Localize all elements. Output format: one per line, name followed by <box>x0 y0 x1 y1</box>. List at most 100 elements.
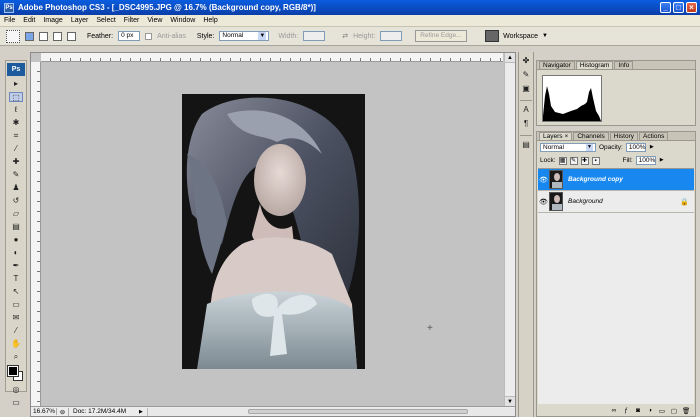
vertical-ruler[interactable] <box>31 62 41 406</box>
subtract-selection-mode-button[interactable] <box>53 31 62 41</box>
lock-icon: 🔒 <box>680 198 689 206</box>
layer-row-background-copy[interactable]: 👁 Background copy <box>538 169 694 191</box>
link-icon[interactable]: ∞ <box>610 407 618 414</box>
menu-layer[interactable]: Layer <box>71 17 89 24</box>
blur-tool-icon[interactable]: ● <box>9 235 23 245</box>
quick-mask-icon[interactable]: ◎ <box>9 385 23 395</box>
opacity-slider-arrow-icon[interactable]: ▶ <box>649 143 655 152</box>
antialias-checkbox[interactable] <box>145 32 153 40</box>
notes-tool-icon[interactable]: ✉ <box>9 313 23 323</box>
lock-pixels-icon[interactable]: ✎ <box>569 156 578 165</box>
character-icon[interactable]: A <box>520 105 532 115</box>
menu-edit[interactable]: Edit <box>23 17 35 24</box>
menu-help[interactable]: Help <box>203 17 217 24</box>
tool-presets-icon[interactable]: ✎ <box>520 70 532 80</box>
slice-tool-icon[interactable]: ⁄ <box>9 144 23 154</box>
color-swatches[interactable] <box>7 365 24 382</box>
visibility-eye-icon[interactable]: 👁 <box>538 198 549 206</box>
marquee-tool-icon[interactable]: ⬚ <box>9 92 23 102</box>
new-layer-icon[interactable]: ▢ <box>670 407 678 415</box>
tab-histogram[interactable]: Histogram <box>575 61 614 69</box>
eyedropper-tool-icon[interactable]: ⁄ <box>9 326 23 336</box>
type-tool-icon[interactable]: T <box>9 274 23 284</box>
scroll-up-icon[interactable]: ▲ <box>505 53 515 63</box>
close-icon[interactable]: × <box>565 133 569 140</box>
photoshop-app-icon: Ps <box>4 2 14 13</box>
ps-logo[interactable]: Ps <box>7 63 25 76</box>
refine-edge-button[interactable]: Refine Edge... <box>415 30 467 42</box>
vertical-scrollbar[interactable]: ▲ ▼ <box>504 53 515 406</box>
styles-icon[interactable]: ▤ <box>520 140 532 150</box>
lock-all-icon[interactable]: ▪ <box>591 156 600 165</box>
group-icon[interactable]: ▭ <box>658 407 666 415</box>
add-selection-mode-button[interactable] <box>39 31 48 41</box>
history-brush-tool-icon[interactable]: ↺ <box>9 196 23 206</box>
crop-tool-icon[interactable]: ⌗ <box>9 131 23 141</box>
lock-position-icon[interactable]: ✚ <box>580 156 589 165</box>
zoom-level[interactable]: 16.67% <box>31 408 57 415</box>
tab-history[interactable]: History <box>609 132 639 140</box>
tab-channels[interactable]: Channels <box>573 132 609 140</box>
minimize-button[interactable]: _ <box>660 2 671 13</box>
status-menu-arrow-icon[interactable]: ▶ <box>139 409 147 415</box>
brush-tool-icon[interactable]: ✎ <box>9 170 23 180</box>
pen-tool-icon[interactable]: ✒ <box>9 261 23 271</box>
tab-navigator[interactable]: Navigator <box>539 61 575 69</box>
style-dropdown[interactable]: Normal ▼ <box>219 31 270 41</box>
workspace-switcher[interactable]: Workspace ▼ <box>485 30 548 42</box>
eraser-tool-icon[interactable]: ▱ <box>9 209 23 219</box>
horizontal-ruler[interactable] <box>41 53 503 62</box>
dodge-tool-icon[interactable]: ◐ <box>9 248 23 258</box>
layer-comps-icon[interactable]: ▣ <box>520 84 532 94</box>
magic-wand-tool-icon[interactable]: ✱ <box>9 118 23 128</box>
zoom-tool-icon[interactable]: ⌕ <box>9 352 23 362</box>
screen-mode-icon[interactable]: ▭ <box>9 398 23 408</box>
trash-icon[interactable]: 🗑 <box>682 407 690 415</box>
intersect-selection-mode-button[interactable] <box>67 31 76 41</box>
new-selection-mode-button[interactable] <box>25 31 34 41</box>
tab-info[interactable]: Info <box>614 61 634 69</box>
menu-image[interactable]: Image <box>43 17 62 24</box>
lock-transparency-icon[interactable]: ▦ <box>558 156 567 165</box>
menu-window[interactable]: Window <box>170 17 195 24</box>
scroll-thumb[interactable] <box>248 408 468 414</box>
fill-slider-arrow-icon[interactable]: ▶ <box>659 156 665 165</box>
horizontal-scrollbar[interactable] <box>147 407 515 416</box>
width-input[interactable] <box>303 31 326 41</box>
menu-filter[interactable]: Filter <box>124 17 140 24</box>
menu-select[interactable]: Select <box>96 17 115 24</box>
brush-presets-icon[interactable]: ✤ <box>520 56 532 66</box>
maximize-button[interactable]: □ <box>673 2 684 13</box>
blend-mode-dropdown[interactable]: Normal ▼ <box>540 143 596 152</box>
paragraph-icon[interactable]: ¶ <box>520 119 532 129</box>
hand-tool-icon[interactable]: ✋ <box>9 339 23 349</box>
status-info-icon[interactable]: ⊚ <box>57 407 69 416</box>
tab-layers[interactable]: Layers × <box>539 132 573 140</box>
swap-icon[interactable]: ⇄ <box>342 32 348 40</box>
gradient-tool-icon[interactable]: ▤ <box>9 222 23 232</box>
path-selection-tool-icon[interactable]: ↖ <box>9 287 23 297</box>
healing-brush-tool-icon[interactable]: ✚ <box>9 157 23 167</box>
adjustment-icon[interactable]: ◑ <box>646 407 654 414</box>
document-photo[interactable] <box>182 94 365 369</box>
clone-stamp-tool-icon[interactable]: ♟ <box>9 183 23 193</box>
height-input[interactable] <box>380 31 403 41</box>
fx-icon[interactable]: ƒ <box>622 407 630 414</box>
toolbox: Ps ▸ ⬚ ℓ ✱ ⌗ ⁄ ✚ ✎ ♟ ↺ ▱ ▤ ● ◐ ✒ T ↖ ▭ ✉… <box>5 60 27 407</box>
lasso-tool-icon[interactable]: ℓ <box>9 105 23 115</box>
menu-file[interactable]: File <box>4 17 15 24</box>
scroll-down-icon[interactable]: ▼ <box>505 396 515 406</box>
shape-tool-icon[interactable]: ▭ <box>9 300 23 310</box>
layer-row-background[interactable]: 👁 Background 🔒 <box>538 191 694 213</box>
fill-input[interactable]: 100% <box>635 156 656 165</box>
opacity-input[interactable]: 100% <box>625 143 646 152</box>
close-button[interactable]: × <box>686 2 697 13</box>
tab-actions[interactable]: Actions <box>639 132 669 140</box>
foreground-color-swatch[interactable] <box>7 365 19 377</box>
menu-view[interactable]: View <box>147 17 162 24</box>
tool-preset-picker[interactable] <box>6 29 20 43</box>
feather-input[interactable]: 0 px <box>118 31 141 41</box>
move-tool-icon[interactable]: ▸ <box>9 79 23 89</box>
visibility-eye-icon[interactable]: 👁 <box>538 176 549 184</box>
mask-icon[interactable]: ◙ <box>634 407 642 414</box>
